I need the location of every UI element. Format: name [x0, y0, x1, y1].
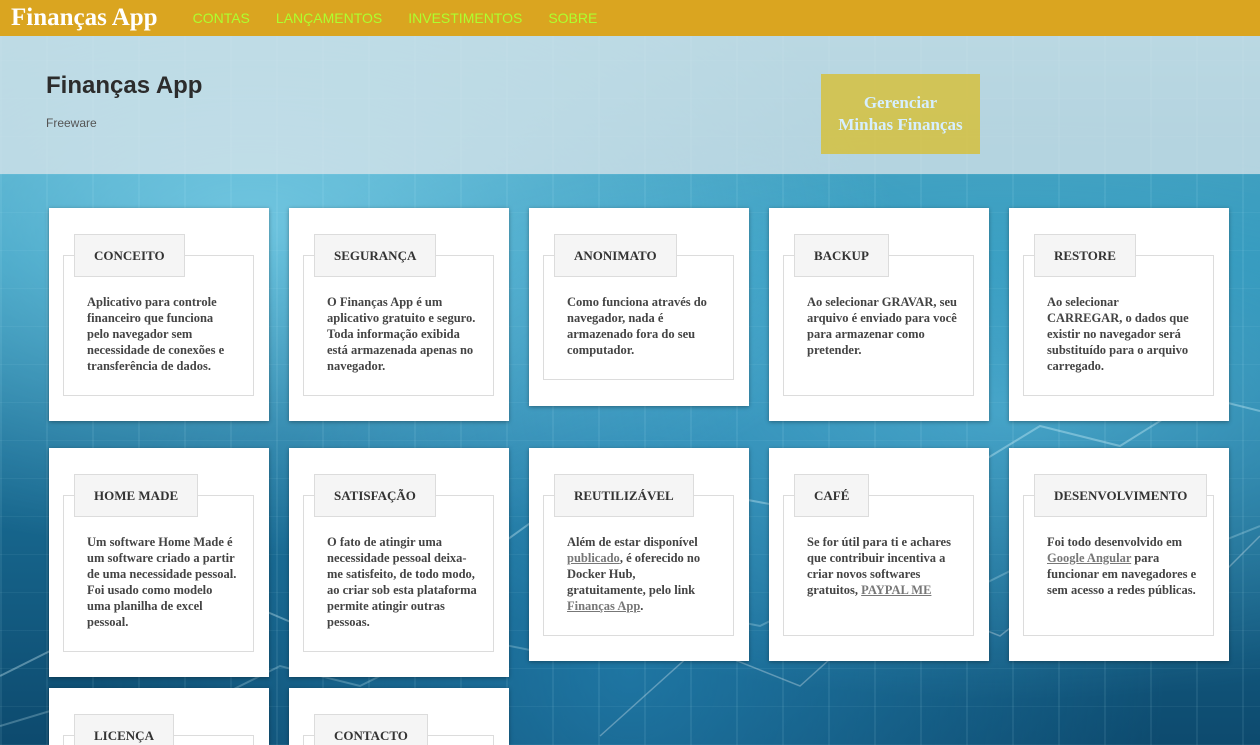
card-title: CONTACTO — [314, 714, 428, 745]
google-angular-link[interactable]: Google Angular — [1047, 551, 1131, 565]
card-title: SATISFAÇÃO — [314, 474, 436, 517]
nav-contas[interactable]: CONTAS — [193, 10, 250, 26]
card-home-made: HOME MADE Um software Home Made é um sof… — [49, 448, 269, 677]
financas-app-link[interactable]: Finanças App — [567, 599, 640, 613]
card-text: Foi todo desenvolvido em Google Angular … — [1047, 534, 1197, 598]
card-title: ANONIMATO — [554, 234, 677, 277]
card-restore: RESTORE Ao selecionar CARREGAR, o dados … — [1009, 208, 1229, 421]
card-anonimato: ANONIMATO Como funciona através do naveg… — [529, 208, 749, 406]
card-title: BACKUP — [794, 234, 889, 277]
page-subtitle: Freeware — [46, 116, 97, 130]
card-reutilizavel: REUTILIZÁVEL Além de estar disponível pu… — [529, 448, 749, 661]
card-satisfacao: SATISFAÇÃO O fato de atingir uma necessi… — [289, 448, 509, 677]
card-desenvolvimento: DESENVOLVIMENTO Foi todo desenvolvido em… — [1009, 448, 1229, 661]
card-title: DESENVOLVIMENTO — [1034, 474, 1208, 517]
card-conceito: CONCEITO Aplicativo para controle financ… — [49, 208, 269, 421]
card-text-part: Foi todo desenvolvido em — [1047, 535, 1183, 549]
card-text: Ao selecionar CARREGAR, o dados que exis… — [1047, 295, 1189, 373]
hero-banner: Finanças App Freeware Gerenciar Minhas F… — [0, 36, 1260, 174]
paypal-me-link[interactable]: PAYPAL ME — [861, 583, 931, 597]
publicado-link[interactable]: publicado — [567, 551, 620, 565]
nav-sobre[interactable]: SOBRE — [548, 10, 597, 26]
card-text: Como funciona através do navegador, nada… — [567, 295, 707, 357]
card-text: O fato de atingir uma necessidade pessoa… — [327, 535, 477, 629]
card-title: SEGURANÇA — [314, 234, 437, 277]
card-text: O Finanças App é um aplicativo gratuito … — [327, 295, 476, 373]
manage-finances-button-line2: Minhas Finanças — [838, 115, 963, 134]
card-text: Um software Home Made é um software cria… — [87, 535, 237, 629]
page-title: Finanças App — [46, 72, 203, 99]
card-text: Além de estar disponível publicado, é of… — [567, 534, 717, 614]
card-title: HOME MADE — [74, 474, 199, 517]
top-navbar: Finanças App CONTAS LANÇAMENTOS INVESTIM… — [0, 0, 1260, 36]
card-licenca: LICENÇA — [49, 688, 269, 745]
brand-logo[interactable]: Finanças App — [11, 0, 158, 36]
card-text: Aplicativo para controle financeiro que … — [87, 295, 225, 373]
card-text-part: Além de estar disponível — [567, 535, 698, 549]
card-contacto: CONTACTO — [289, 688, 509, 745]
nav-investimentos[interactable]: INVESTIMENTOS — [408, 10, 522, 26]
nav-lancamentos[interactable]: LANÇAMENTOS — [276, 10, 382, 26]
card-title: LICENÇA — [74, 714, 174, 745]
manage-finances-button[interactable]: Gerenciar Minhas Finanças — [821, 74, 980, 154]
card-backup: BACKUP Ao selecionar GRAVAR, seu arquivo… — [769, 208, 989, 421]
card-title: REUTILIZÁVEL — [554, 474, 694, 517]
card-text: Ao selecionar GRAVAR, seu arquivo é envi… — [807, 295, 958, 357]
card-cafe: CAFÉ Se for útil para ti e achares que c… — [769, 448, 989, 661]
card-title: RESTORE — [1034, 234, 1136, 277]
card-title: CAFÉ — [794, 474, 870, 517]
manage-finances-button-line1: Gerenciar — [863, 93, 938, 112]
card-text: Se for útil para ti e achares que contri… — [807, 534, 957, 598]
card-title: CONCEITO — [74, 234, 185, 277]
card-seguranca: SEGURANÇA O Finanças App é um aplicativo… — [289, 208, 509, 421]
card-text-part: . — [640, 599, 644, 613]
